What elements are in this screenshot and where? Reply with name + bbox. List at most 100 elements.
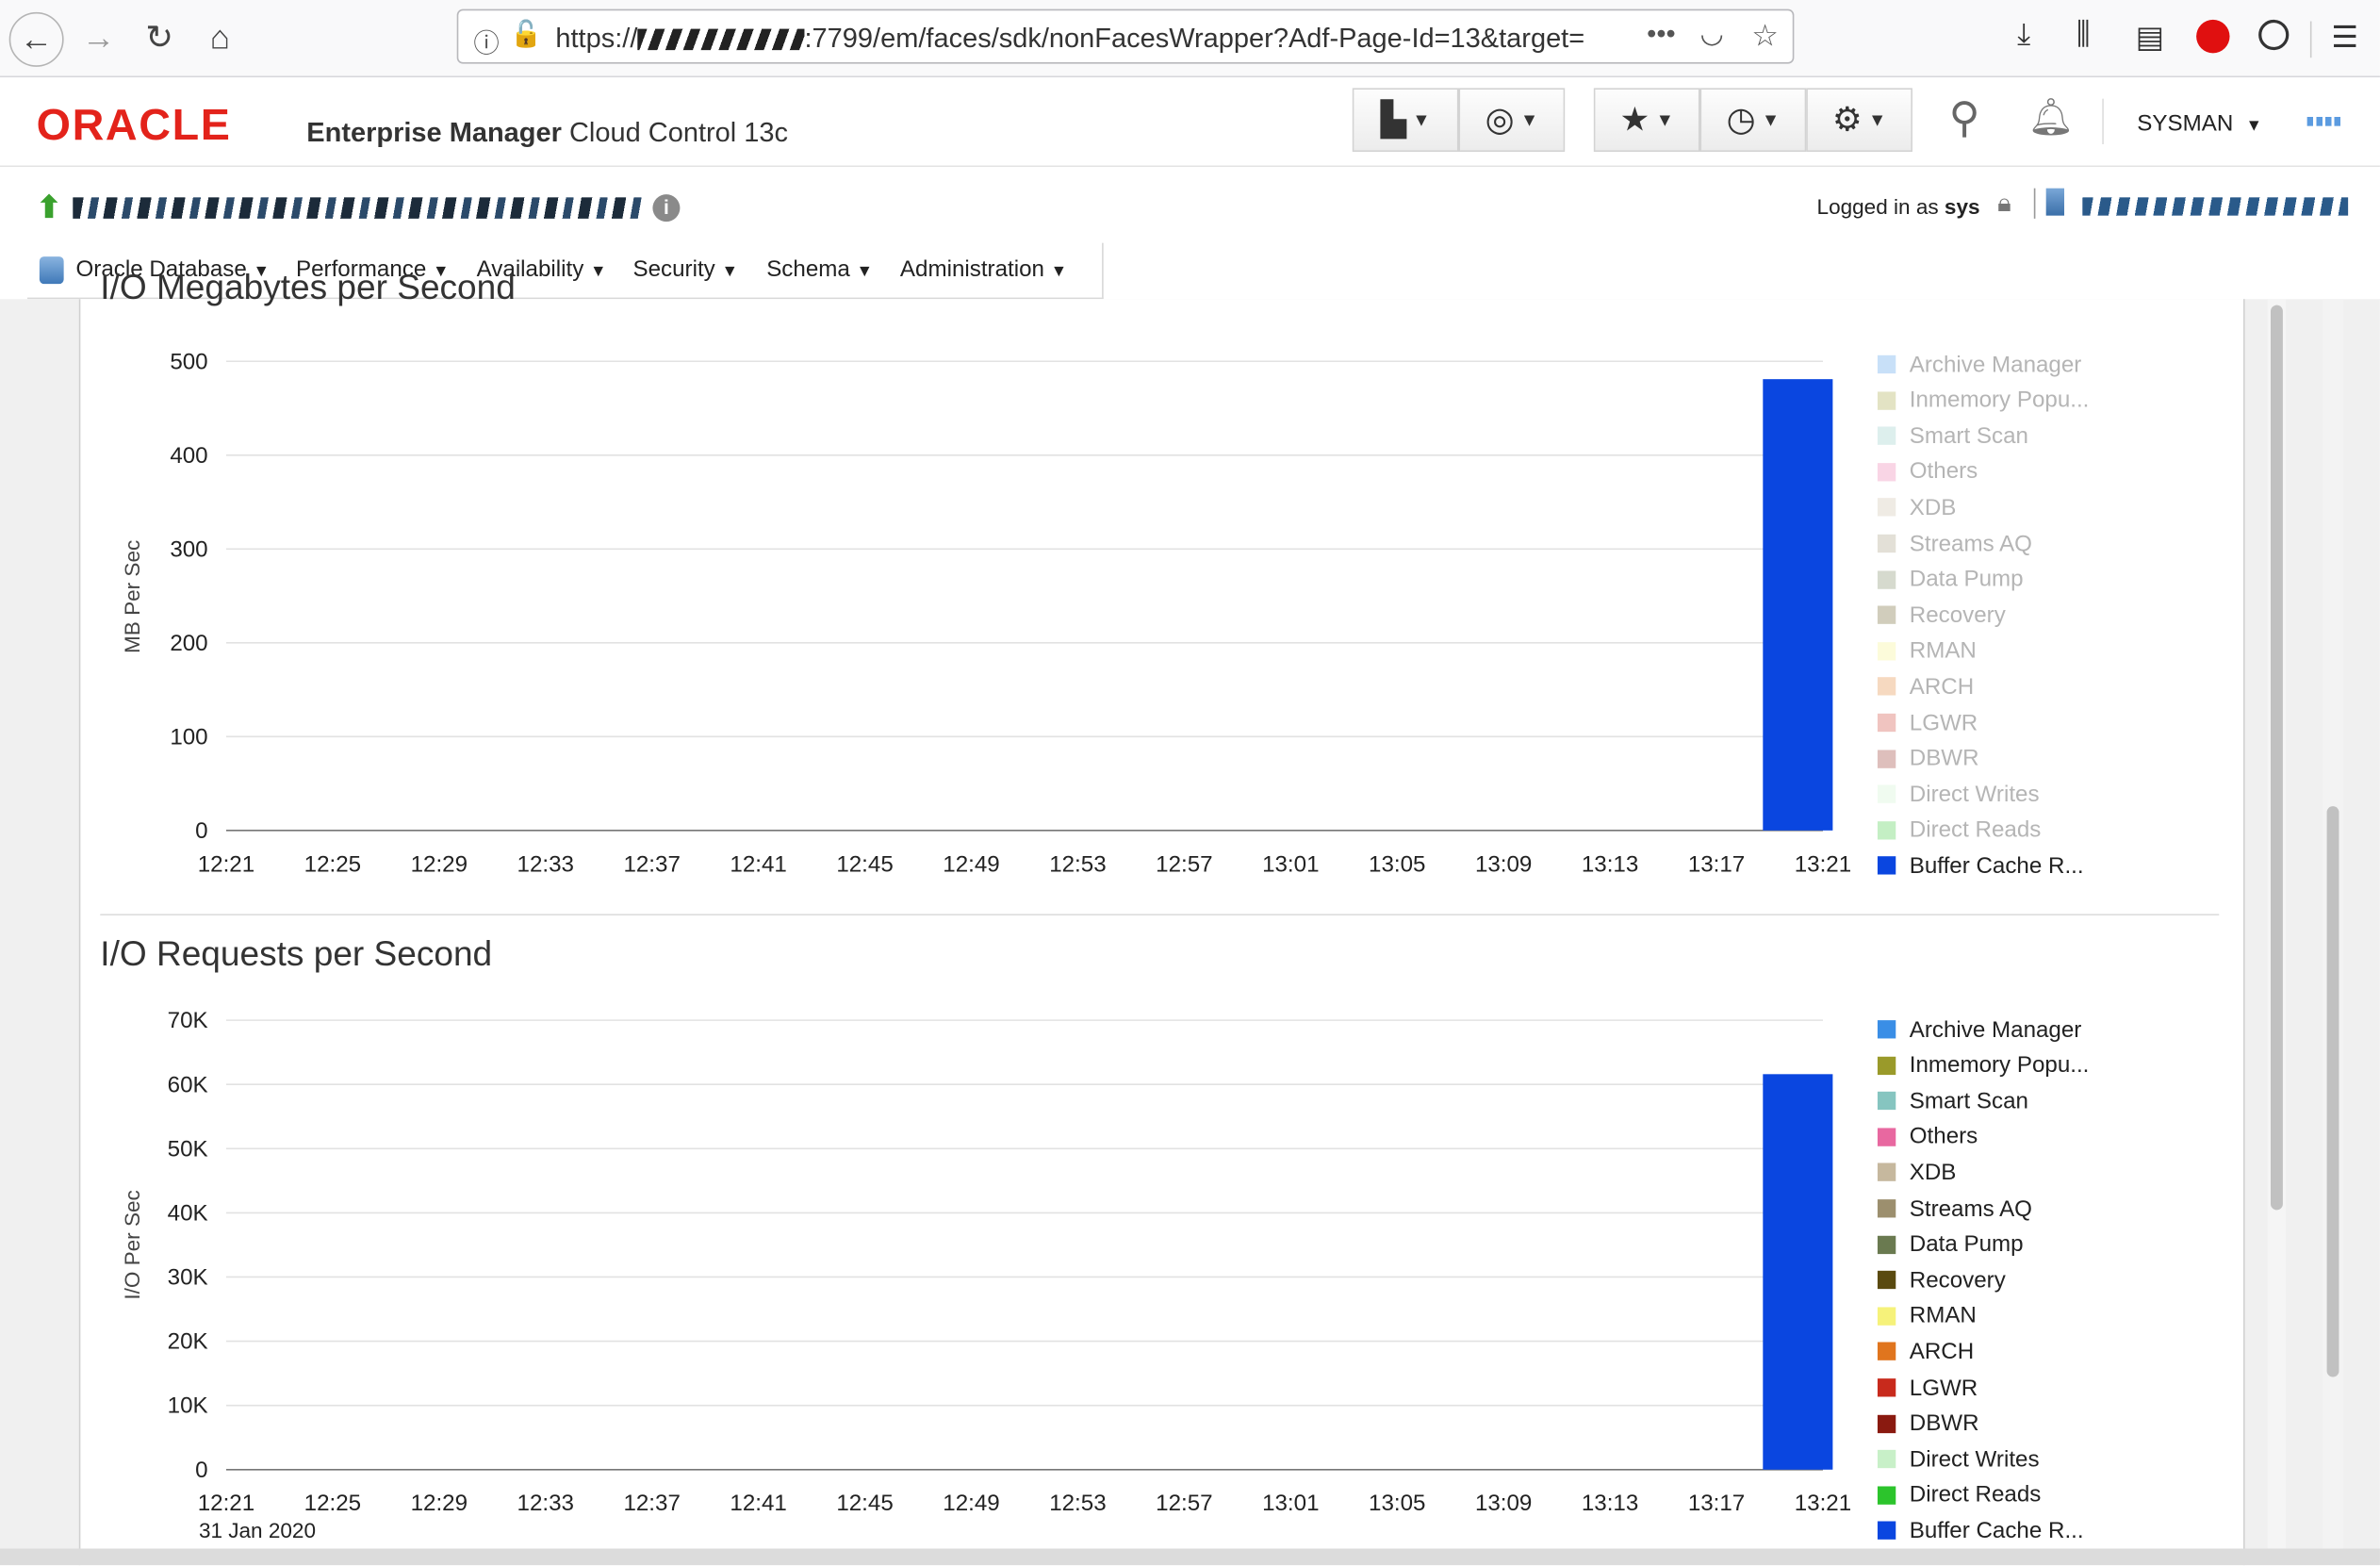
targets-menu-button[interactable]: ◎ ▼ [1458, 88, 1566, 153]
chevron-down-icon: ▼ [1762, 108, 1781, 131]
back-icon[interactable]: ← [8, 11, 64, 67]
info-icon[interactable]: i [652, 194, 681, 223]
legend-item[interactable]: Archive Manager [1877, 1014, 2081, 1045]
chevron-down-icon: ▼ [1519, 108, 1539, 131]
page-scrollbar[interactable] [2322, 299, 2344, 1566]
reload-icon[interactable]: ↻ [134, 12, 186, 64]
x-tick-label: 12:45 [836, 1491, 893, 1516]
site-info-icon[interactable]: ⓘ [473, 22, 499, 59]
search-icon[interactable]: ⚲ [1949, 92, 1980, 142]
legend-item[interactable]: Archive Manager [1877, 349, 2082, 379]
downloads-icon[interactable]: ⤓ [2017, 18, 2030, 53]
legend-item[interactable]: Streams AQ [1877, 528, 2032, 558]
chart-divider [100, 914, 2220, 916]
host-icon [2045, 188, 2065, 216]
legend-item[interactable]: Buffer Cache R... [1877, 1516, 2084, 1546]
y-tick-label: 70K [168, 1008, 208, 1033]
sidebar-icon[interactable]: ▤ [2136, 18, 2164, 56]
library-icon[interactable]: ⫼ [2076, 18, 2091, 53]
x-tick-label: 13:01 [1262, 1491, 1319, 1516]
legend-item[interactable]: DBWR [1877, 1409, 1979, 1439]
bell-icon[interactable]: 🔔︎ [2027, 95, 2074, 140]
legend-item[interactable]: XDB [1877, 492, 1956, 522]
legend-label: Archive Manager [1909, 351, 2082, 378]
bookmark-star-icon[interactable]: ☆ [1751, 17, 1779, 55]
legend-item[interactable]: Smart Scan [1877, 420, 2028, 451]
legend-label: Direct Reads [1909, 1482, 2042, 1508]
legend-item[interactable]: ARCH [1877, 671, 1975, 701]
url-redacted-host [637, 28, 805, 51]
legend-item[interactable]: RMAN [1877, 1301, 1977, 1331]
enterprise-menu-button[interactable]: ▙ ▼ [1352, 88, 1459, 153]
legend-item[interactable]: Inmemory Popu... [1877, 385, 2089, 415]
inner-scrollbar[interactable] [2267, 299, 2287, 1566]
extension-icon[interactable] [2258, 19, 2290, 51]
legend-item[interactable]: Others [1877, 1122, 1978, 1152]
legend-item[interactable]: Inmemory Popu... [1877, 1050, 2089, 1080]
menu-administration[interactable]: Administration ▼ [900, 256, 1067, 282]
history-menu-button[interactable]: ◷ ▼ [1699, 88, 1807, 153]
legend-label: Direct Reads [1909, 816, 2042, 844]
legend-item[interactable]: Recovery [1877, 1265, 2006, 1295]
legend-swatch [1877, 1020, 1896, 1039]
legend-item[interactable]: Direct Writes [1877, 1444, 2040, 1475]
legend-item[interactable]: LGWR [1877, 1373, 1978, 1403]
legend-item[interactable]: RMAN [1877, 635, 1977, 666]
legend-item[interactable]: Streams AQ [1877, 1194, 2032, 1224]
y-axis-title: I/O Per Sec [121, 1190, 144, 1299]
x-tick-label: 12:29 [411, 1491, 468, 1516]
legend-swatch [1877, 856, 1896, 876]
legend-swatch [1877, 534, 1896, 553]
legend-label: Smart Scan [1909, 422, 2028, 450]
legend-label: ARCH [1909, 673, 1975, 701]
legend-label: Direct Writes [1909, 781, 2040, 808]
legend-item[interactable]: Smart Scan [1877, 1086, 2028, 1116]
forward-icon[interactable]: → [73, 12, 124, 64]
legend-item[interactable]: Recovery [1877, 600, 2006, 630]
host-name-redacted[interactable] [2082, 197, 2349, 216]
address-bar[interactable]: ⓘ 🔓 https://:7799/em/faces/sdk/nonFacesW… [456, 8, 1795, 64]
enterprise-icon: ▙ [1380, 100, 1406, 139]
legend-swatch [1877, 1092, 1896, 1111]
legend-item[interactable]: Data Pump [1877, 1229, 2024, 1260]
more-icon[interactable] [2306, 116, 2344, 126]
user-menu[interactable]: SYSMAN ▼ [2137, 111, 2262, 137]
x-tick-label: 12:29 [411, 851, 468, 877]
favorites-menu-button[interactable]: ★ ▼ [1593, 88, 1700, 153]
page-scrollbar-thumb[interactable] [2326, 806, 2339, 1377]
legend-item[interactable]: Direct Reads [1877, 815, 2042, 845]
legend-item[interactable]: Buffer Cache R... [1877, 850, 2084, 881]
legend-item[interactable]: ARCH [1877, 1337, 1974, 1367]
bar-buffer-cache[interactable] [1763, 379, 1833, 831]
legend-item[interactable]: Data Pump [1877, 564, 2024, 594]
legend-item[interactable]: Others [1877, 456, 1978, 486]
home-icon[interactable]: ⌂ [194, 12, 246, 64]
setup-menu-button[interactable]: ⚙ ▼ [1806, 88, 1912, 153]
menu-icon[interactable]: ☰ [2331, 18, 2358, 56]
legend-swatch [1877, 1128, 1896, 1146]
x-date-label: 31 Jan 2020 [199, 1519, 316, 1542]
y-tick-label: 500 [170, 349, 207, 374]
legend-label: Data Pump [1909, 566, 2024, 593]
chevron-down-icon: ▼ [590, 262, 607, 281]
bar-buffer-cache[interactable] [1763, 1074, 1833, 1470]
menu-schema[interactable]: Schema ▼ [766, 256, 873, 282]
menu-security[interactable]: Security ▼ [632, 256, 738, 282]
chevron-down-icon: ▼ [2245, 116, 2263, 136]
legend-swatch [1877, 1271, 1896, 1290]
legend-item[interactable]: DBWR [1877, 743, 1979, 773]
legend-item[interactable]: Direct Reads [1877, 1480, 2042, 1510]
legend-item[interactable]: Direct Writes [1877, 779, 2040, 809]
gear-icon: ⚙ [1831, 100, 1863, 139]
ublock-icon[interactable] [2196, 19, 2230, 54]
legend-item[interactable]: LGWR [1877, 707, 1978, 737]
legend-item[interactable]: XDB [1877, 1158, 1956, 1188]
target-divider [2033, 188, 2036, 219]
y-tick-label: 30K [168, 1265, 208, 1291]
database-icon [39, 256, 64, 285]
target-name-redacted[interactable] [73, 197, 643, 219]
inner-scrollbar-thumb[interactable] [2271, 305, 2283, 1211]
legend-label: RMAN [1909, 637, 1977, 665]
page-actions-icon[interactable]: ••• [1647, 18, 1675, 50]
pocket-icon[interactable]: ◡ [1700, 18, 1724, 50]
